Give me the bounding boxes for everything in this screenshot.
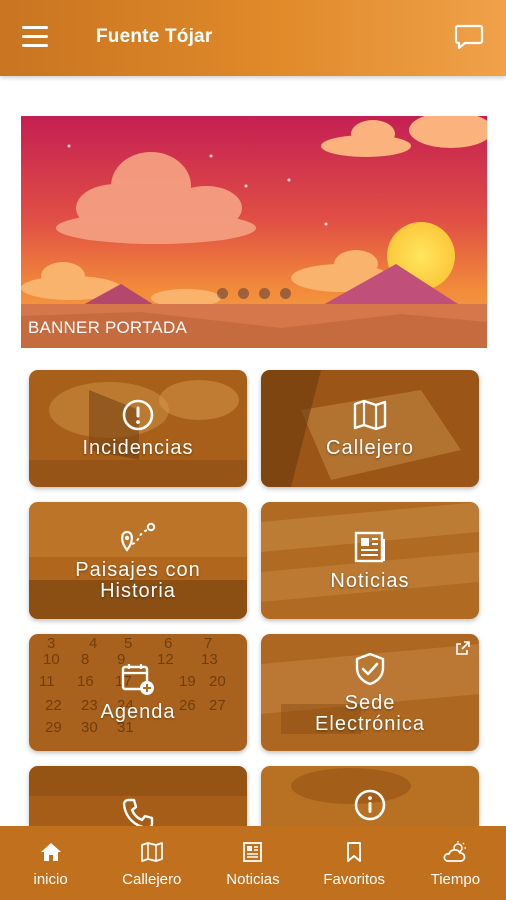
weather-icon bbox=[443, 840, 467, 862]
tile-label: Noticias bbox=[330, 570, 410, 592]
newspaper-icon bbox=[243, 841, 262, 862]
chat-bubble-icon[interactable] bbox=[454, 22, 484, 52]
bookmark-icon bbox=[347, 841, 362, 862]
home-icon bbox=[40, 842, 61, 861]
nav-item-favoritos[interactable]: Favoritos bbox=[319, 839, 389, 888]
alert-circle-icon bbox=[122, 399, 154, 431]
calendar-add-icon bbox=[121, 664, 154, 695]
newspaper-icon bbox=[354, 531, 385, 563]
nav-label: Callejero bbox=[122, 870, 182, 888]
banner-label: BANNER PORTADA bbox=[28, 318, 187, 337]
tile-agenda[interactable]: 34567 10 8 9 12 13 11 16 17 19 20 22 23 24 26 27 29 3… bbox=[29, 634, 247, 751]
bottom-navigation: inicio Callejero Noticias Favoritos Tiem… bbox=[0, 826, 506, 900]
info-icon bbox=[354, 789, 386, 821]
carousel-dot[interactable] bbox=[259, 288, 270, 299]
nav-label: Tiempo bbox=[430, 870, 481, 888]
tile-paisajes-con-historia[interactable]: Paisajes con Historia bbox=[29, 502, 247, 619]
map-icon bbox=[353, 399, 387, 431]
banner-image bbox=[21, 116, 487, 348]
nav-item-tiempo[interactable]: Tiempo bbox=[420, 839, 490, 888]
nav-label: Noticias bbox=[226, 870, 280, 888]
route-pin-icon bbox=[121, 522, 156, 552]
carousel-dot[interactable] bbox=[217, 288, 228, 299]
app-bar: Fuente Tójar bbox=[0, 0, 506, 76]
shield-check-icon bbox=[355, 652, 385, 685]
tile-noticias[interactable]: Noticias bbox=[261, 502, 479, 619]
tile-incidencias[interactable]: Incidencias bbox=[29, 370, 247, 487]
app-title: Fuente Tójar bbox=[96, 26, 213, 47]
tile-callejero[interactable]: Callejero bbox=[261, 370, 479, 487]
tile-label: Paisajes con Historia bbox=[75, 558, 201, 602]
carousel-dot[interactable] bbox=[280, 288, 291, 299]
tile-label: Incidencias bbox=[82, 437, 194, 459]
nav-item-noticias[interactable]: Noticias bbox=[218, 839, 288, 888]
tile-label: Callejero bbox=[326, 437, 414, 459]
map-icon bbox=[140, 841, 163, 862]
nav-label: Favoritos bbox=[323, 870, 385, 888]
nav-item-inicio[interactable]: inicio bbox=[16, 839, 86, 888]
tile-label: Sede Electrónica bbox=[315, 691, 425, 735]
carousel-dot[interactable] bbox=[238, 288, 249, 299]
carousel-indicator[interactable] bbox=[217, 288, 291, 299]
tile-label: Agenda bbox=[100, 701, 176, 723]
banner-carousel[interactable]: BANNER PORTADA bbox=[21, 116, 487, 348]
hamburger-menu-icon[interactable] bbox=[22, 26, 48, 48]
nav-item-callejero[interactable]: Callejero bbox=[117, 839, 187, 888]
nav-label: inicio bbox=[33, 870, 68, 888]
tile-sede-electronica[interactable]: Sede Electrónica bbox=[261, 634, 479, 751]
